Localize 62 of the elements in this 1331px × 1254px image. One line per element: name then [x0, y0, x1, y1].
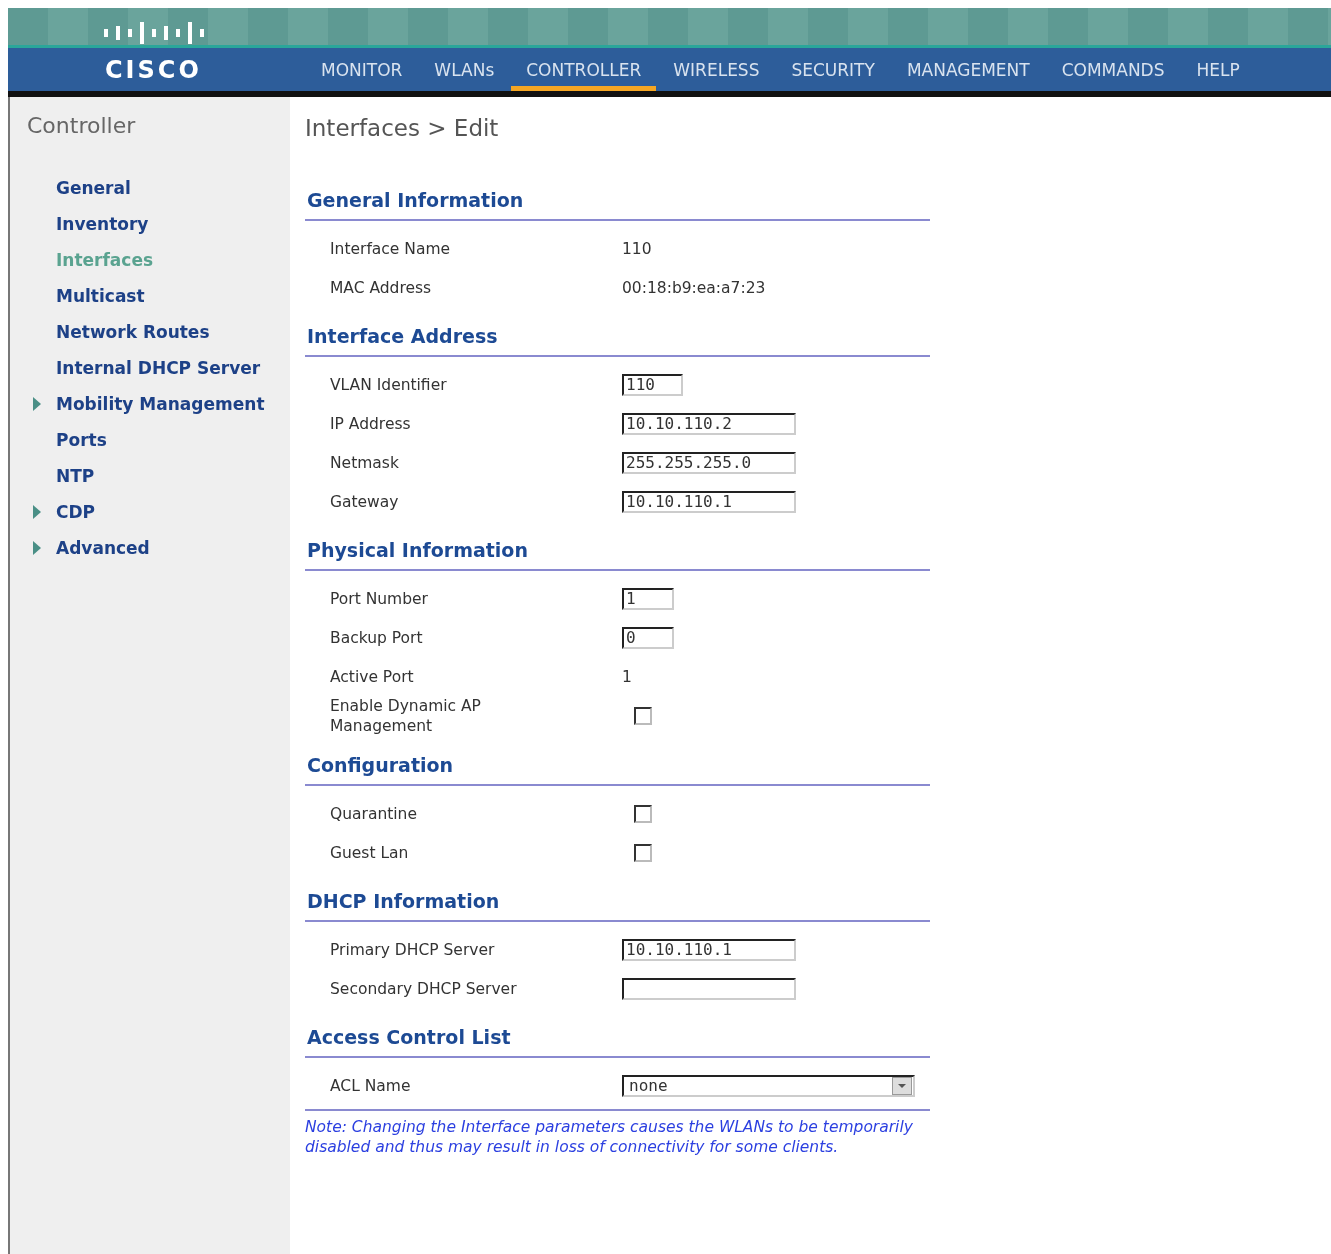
field-label: Netmask [330, 452, 400, 473]
field-label: Backup Port [330, 627, 424, 648]
section-heading: Interface Address [305, 325, 930, 357]
logo-text: CISCO [105, 56, 202, 84]
field-label: Port Number [330, 588, 429, 609]
sidebar-link[interactable]: Mobility Management [56, 393, 265, 414]
input-field[interactable]: 255.255.255.0 [622, 451, 796, 474]
input-field[interactable]: 1 [622, 587, 674, 610]
field-label: VLAN Identifier [330, 374, 448, 395]
field-value: 1 [622, 667, 632, 686]
input-field[interactable]: 10.10.110.1 [622, 490, 796, 513]
sidebar-link[interactable]: Internal DHCP Server [56, 357, 261, 378]
sidebar-link[interactable]: Inventory [56, 213, 149, 234]
nav-tab[interactable]: MONITOR [306, 48, 418, 91]
field-label: Quarantine [330, 803, 418, 824]
input-field[interactable]: 10.10.110.1 [622, 938, 796, 961]
checkbox[interactable] [634, 707, 652, 725]
field-label: MAC Address [330, 277, 433, 298]
nav-tab[interactable]: WIRELESS [658, 48, 775, 91]
nav-tab[interactable]: WLANs [419, 48, 510, 91]
field-label: Secondary DHCP Server [330, 978, 518, 999]
nav-tab[interactable]: SECURITY [776, 48, 890, 91]
section-heading: Access Control List [305, 1026, 930, 1058]
checkbox[interactable] [634, 843, 652, 862]
input-field[interactable]: 10.10.110.2 [622, 412, 796, 435]
bridge-bars-icon [104, 22, 207, 44]
note-text: Note: Changing the Interface parameters causes the WLANs to be temporarily disabled and thus may result in loss of connectivity for some clients. [305, 1117, 914, 1157]
sidebar-link[interactable]: CDP [56, 501, 96, 522]
expand-arrow-icon[interactable] [33, 504, 41, 519]
acl-dropdown[interactable]: none [622, 1074, 915, 1097]
field-value: 00:18:b9:ea:a7:23 [622, 278, 766, 297]
field-label: Interface Name [330, 238, 452, 259]
input-field[interactable]: 0 [622, 626, 674, 649]
field-label: Enable Dynamic AP Management [330, 696, 482, 736]
section-heading: DHCP Information [305, 890, 930, 922]
section-heading: Configuration [305, 754, 930, 786]
dropdown-arrow-icon [898, 1083, 906, 1088]
nav-tab[interactable]: HELP [1181, 48, 1255, 91]
sidebar-link[interactable]: Network Routes [56, 321, 210, 342]
sidebar-link[interactable]: General [56, 177, 131, 198]
field-label: Gateway [330, 491, 400, 512]
section-heading: Physical Information [305, 539, 930, 571]
input-field[interactable] [622, 977, 796, 1000]
nav-tab[interactable]: MANAGEMENT [891, 48, 1045, 91]
field-label: Primary DHCP Server [330, 939, 496, 960]
field-value: 110 [622, 239, 652, 258]
field-label: ACL Name [330, 1075, 412, 1096]
field-label: IP Address [330, 413, 412, 434]
section-heading: General Information [305, 189, 930, 221]
sidebar-link[interactable]: Advanced [56, 537, 150, 558]
field-label: Guest Lan [330, 842, 410, 863]
sidebar-link[interactable]: Multicast [56, 285, 145, 306]
sidebar-title: Controller [27, 113, 137, 138]
expand-arrow-icon[interactable] [33, 396, 41, 411]
page-title: Interfaces > Edit [305, 115, 500, 141]
checkbox[interactable] [634, 804, 652, 823]
input-field[interactable]: 110 [622, 373, 683, 396]
field-label: Active Port [330, 666, 415, 687]
sidebar-link[interactable]: NTP [56, 465, 95, 486]
expand-arrow-icon[interactable] [33, 540, 41, 555]
sidebar-link[interactable]: Ports [56, 429, 107, 450]
nav-tab[interactable]: COMMANDS [1046, 48, 1180, 91]
